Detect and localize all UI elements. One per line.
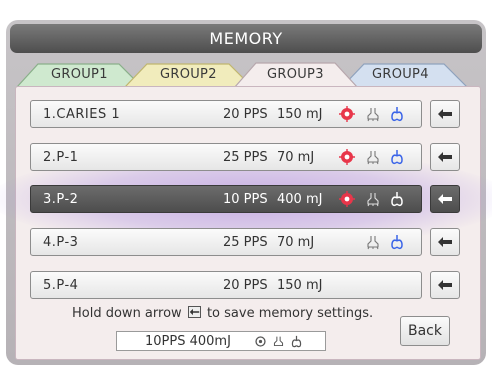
blue-lungs-icon	[391, 107, 403, 122]
row-pps: 25 PPS	[223, 150, 268, 165]
row-pps: 20 PPS	[223, 278, 268, 293]
row-name: 2.P-1	[43, 150, 79, 165]
tab-group2-label: GROUP2	[160, 67, 217, 82]
back-button-label: Back	[408, 323, 442, 339]
tab-group3-label: GROUP3	[267, 67, 324, 82]
preview-text: 10PPS 400mJ	[145, 334, 231, 349]
blue-lungs-icon	[391, 235, 403, 250]
target-icon	[255, 336, 266, 347]
memory-header: MEMORY	[10, 24, 482, 53]
row-name: 5.P-4	[43, 278, 79, 293]
left-arrow-icon	[438, 237, 452, 247]
left-arrow-icon	[438, 152, 452, 162]
row-mj: 70 mJ	[277, 150, 315, 165]
tab-group4-label: GROUP4	[372, 67, 429, 82]
blue-lungs-icon	[391, 150, 403, 165]
row-mj: 150 mJ	[277, 107, 323, 122]
save-arrow-button-4[interactable]	[430, 228, 460, 256]
lungs-icon	[291, 335, 302, 348]
back-button[interactable]: Back	[400, 316, 450, 346]
row-mj: 400 mJ	[277, 192, 323, 207]
save-hint: Hold down arrow to save memory settings.	[72, 306, 373, 321]
row-mj: 150 mJ	[277, 278, 323, 293]
save-arrow-button-5[interactable]	[430, 271, 460, 299]
settings-preview: 10PPS 400mJ	[116, 331, 326, 351]
save-arrow-button-1[interactable]	[430, 100, 460, 128]
white-lungs-icon	[391, 192, 403, 207]
spray-icon	[367, 151, 379, 165]
red-target-icon	[339, 149, 355, 165]
spray-icon	[367, 193, 379, 207]
row-pps: 25 PPS	[223, 235, 268, 250]
row-name: 4.P-3	[43, 235, 79, 250]
spray-icon	[273, 336, 284, 347]
spray-icon	[367, 236, 379, 250]
memory-row-2[interactable]: 2.P-1 25 PPS 70 mJ	[30, 143, 422, 171]
row-pps: 10 PPS	[223, 192, 268, 207]
red-target-icon	[339, 106, 355, 122]
row-name: 1.CARIES 1	[43, 107, 121, 122]
red-target-icon	[339, 191, 355, 207]
row-name: 3.P-2	[43, 192, 79, 207]
mini-arrow-icon	[187, 306, 201, 318]
memory-row-5[interactable]: 5.P-4 20 PPS 150 mJ	[30, 271, 422, 299]
page-title: MEMORY	[209, 29, 283, 48]
memory-row-4[interactable]: 4.P-3 25 PPS 70 mJ	[30, 228, 422, 256]
row-pps: 20 PPS	[223, 107, 268, 122]
memory-row-3[interactable]: 3.P-2 10 PPS 400 mJ	[30, 185, 422, 213]
row-mj: 70 mJ	[277, 235, 315, 250]
memory-row-1[interactable]: 1.CARIES 1 20 PPS 150 mJ	[30, 100, 422, 128]
save-arrow-button-3[interactable]	[430, 185, 460, 213]
tab-group1-label: GROUP1	[51, 67, 108, 82]
save-arrow-button-2[interactable]	[430, 143, 460, 171]
left-arrow-icon	[438, 109, 452, 119]
left-arrow-icon	[438, 194, 452, 204]
hint-text-before: Hold down arrow	[72, 306, 182, 321]
left-arrow-icon	[438, 280, 452, 290]
spray-icon	[367, 108, 379, 122]
hint-text-after: to save memory settings.	[206, 306, 374, 321]
